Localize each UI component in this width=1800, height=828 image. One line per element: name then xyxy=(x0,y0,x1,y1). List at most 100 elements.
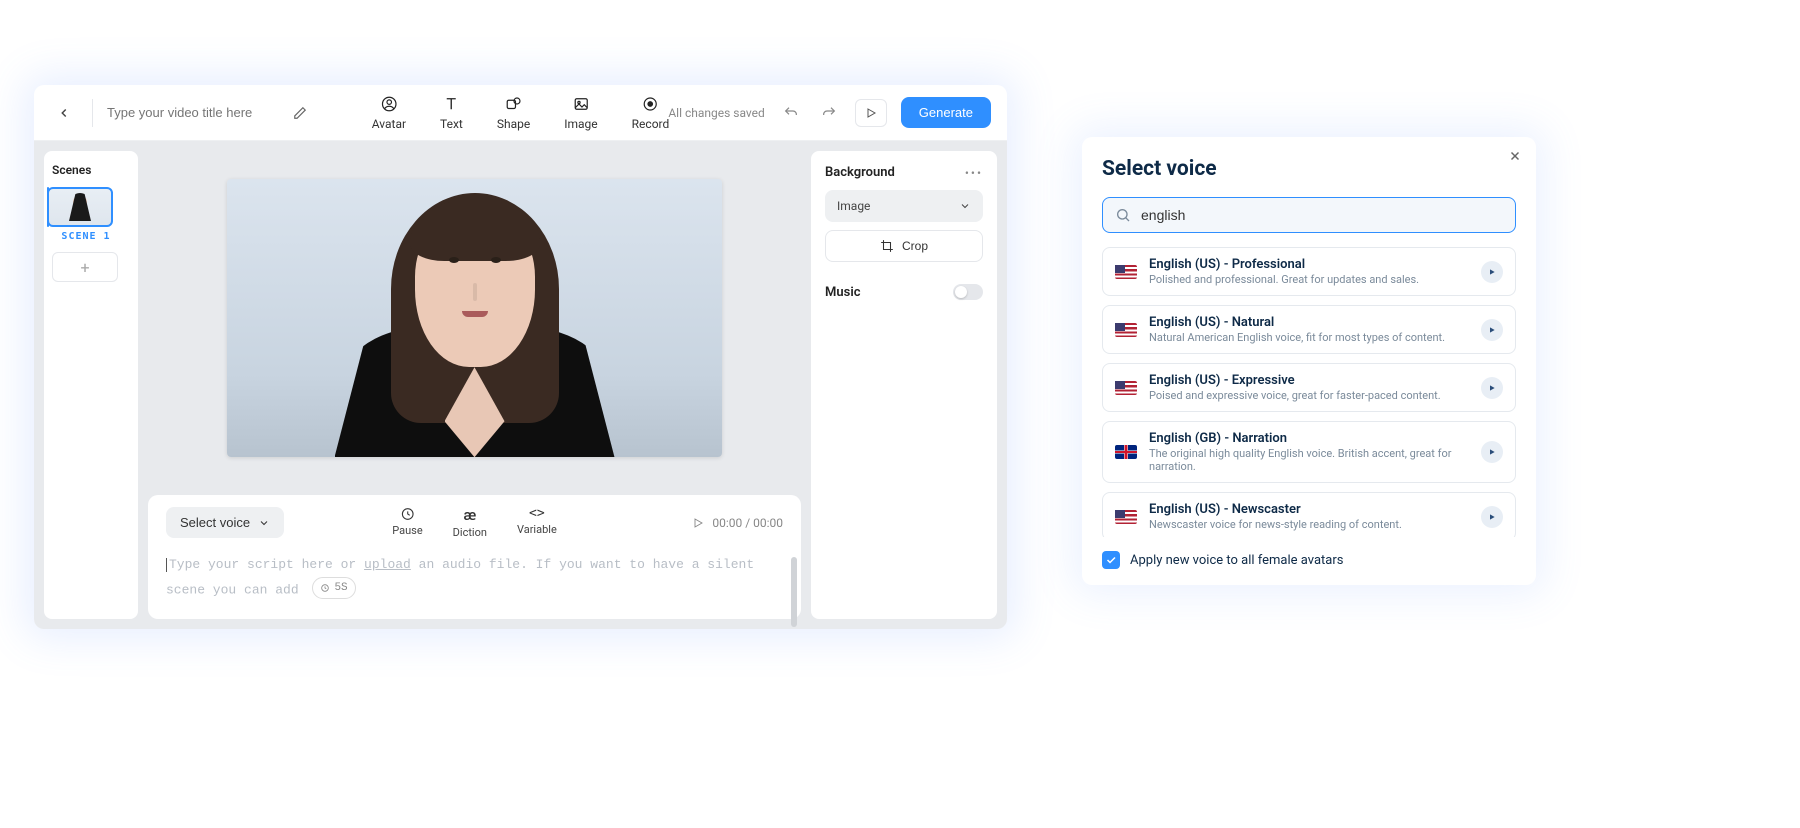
tool-label: Pause xyxy=(392,524,422,537)
clock-icon xyxy=(399,506,415,522)
tool-label: Diction xyxy=(453,526,487,539)
music-toggle[interactable] xyxy=(953,284,983,300)
voice-search[interactable] xyxy=(1102,197,1516,233)
preview-button[interactable] xyxy=(855,99,887,127)
script-textarea[interactable]: Type your script here or upload an audio… xyxy=(166,554,783,601)
variable-tool[interactable]: <> Variable xyxy=(517,506,557,539)
scenes-panel: Scenes SCENE 1 + xyxy=(44,151,138,619)
topbar: Avatar Text Shape Image Record All chang… xyxy=(34,85,1007,141)
voice-name: English (US) - Professional xyxy=(1149,257,1469,272)
background-heading: Background xyxy=(825,165,895,180)
crop-icon xyxy=(880,239,894,253)
add-scene-button[interactable]: + xyxy=(52,252,118,282)
scene-item[interactable]: SCENE 1 xyxy=(47,187,125,242)
scene-thumbnail[interactable] xyxy=(47,187,113,227)
crop-button[interactable]: Crop xyxy=(825,230,983,262)
scene-label: SCENE 1 xyxy=(47,231,125,242)
undo-button[interactable] xyxy=(779,101,803,125)
flag-us-icon xyxy=(1115,381,1137,395)
play-icon xyxy=(865,107,877,119)
modal-title: Select voice xyxy=(1102,157,1516,181)
voice-name: English (US) - Newscaster xyxy=(1149,502,1469,517)
crop-label: Crop xyxy=(902,239,928,253)
time-display: 00:00 / 00:00 xyxy=(692,516,783,530)
voice-option[interactable]: English (US) - Expressive Poised and exp… xyxy=(1102,363,1516,412)
play-icon[interactable] xyxy=(692,517,704,529)
select-voice-modal: Select voice English (US) - Professional… xyxy=(1082,137,1536,585)
chevron-down-icon xyxy=(258,517,270,529)
generate-button[interactable]: Generate xyxy=(901,97,991,128)
diction-icon: æ xyxy=(463,506,476,524)
play-voice-button[interactable] xyxy=(1481,261,1503,283)
more-options-icon[interactable]: ••• xyxy=(965,166,983,180)
scrollbar[interactable] xyxy=(791,557,797,627)
pause-tool[interactable]: Pause xyxy=(392,506,422,539)
record-tool[interactable]: Record xyxy=(632,95,670,131)
check-icon xyxy=(1105,554,1117,566)
avatar-icon xyxy=(380,95,398,113)
flag-gb-icon xyxy=(1115,445,1137,459)
video-title-input[interactable] xyxy=(107,105,287,120)
image-icon xyxy=(572,95,590,113)
video-preview[interactable] xyxy=(227,179,722,457)
video-editor: Avatar Text Shape Image Record All chang… xyxy=(34,85,1007,629)
tool-label: Image xyxy=(564,117,597,131)
divider xyxy=(92,99,93,127)
canvas-area: Select voice Pause æ Diction xyxy=(138,141,811,629)
play-voice-button[interactable] xyxy=(1481,506,1503,528)
flag-us-icon xyxy=(1115,323,1137,337)
edit-title-icon[interactable] xyxy=(293,106,307,120)
redo-button[interactable] xyxy=(817,101,841,125)
variable-icon: <> xyxy=(529,506,545,521)
script-toolbar: Select voice Pause æ Diction xyxy=(166,507,783,538)
apply-all-label: Apply new voice to all female avatars xyxy=(1130,553,1343,568)
close-icon xyxy=(1508,149,1522,163)
text-tool[interactable]: Text xyxy=(440,95,463,131)
canvas[interactable] xyxy=(148,151,801,485)
music-heading: Music xyxy=(825,285,860,300)
avatar-tool[interactable]: Avatar xyxy=(372,95,406,131)
play-voice-button[interactable] xyxy=(1481,319,1503,341)
save-status: All changes saved xyxy=(668,106,764,120)
search-icon xyxy=(1115,207,1131,223)
voice-name: English (US) - Natural xyxy=(1149,315,1469,330)
tool-label: Variable xyxy=(517,523,557,536)
tool-label: Shape xyxy=(497,117,530,131)
record-icon xyxy=(641,95,659,113)
voice-search-input[interactable] xyxy=(1141,207,1503,223)
diction-tool[interactable]: æ Diction xyxy=(453,506,487,539)
apply-all-checkbox[interactable] xyxy=(1102,551,1120,569)
insert-tools: Avatar Text Shape Image Record xyxy=(372,95,670,131)
play-icon xyxy=(1488,326,1496,334)
scenes-heading: Scenes xyxy=(52,163,130,177)
flag-us-icon xyxy=(1115,510,1137,524)
modal-footer: Apply new voice to all female avatars xyxy=(1102,551,1516,569)
tool-label: Text xyxy=(440,117,463,131)
play-icon xyxy=(1488,384,1496,392)
close-button[interactable] xyxy=(1508,149,1522,163)
play-icon xyxy=(1488,513,1496,521)
shape-tool[interactable]: Shape xyxy=(497,95,530,131)
background-type-select[interactable]: Image xyxy=(825,190,983,222)
image-tool[interactable]: Image xyxy=(564,95,597,131)
tool-label: Record xyxy=(632,117,670,131)
play-voice-button[interactable] xyxy=(1481,441,1503,463)
topbar-right: All changes saved Generate xyxy=(668,97,991,128)
voice-option[interactable]: English (US) - Newscaster Newscaster voi… xyxy=(1102,492,1516,537)
text-icon xyxy=(442,95,460,113)
voice-option[interactable]: English (US) - Professional Polished and… xyxy=(1102,247,1516,296)
editor-body: Scenes SCENE 1 + xyxy=(34,141,1007,629)
script-panel: Select voice Pause æ Diction xyxy=(148,495,801,619)
properties-panel: Background ••• Image Crop Music xyxy=(811,151,997,619)
voice-desc: Polished and professional. Great for upd… xyxy=(1149,273,1469,286)
voice-option[interactable]: English (GB) - Narration The original hi… xyxy=(1102,421,1516,483)
voice-option[interactable]: English (US) - Natural Natural American … xyxy=(1102,305,1516,354)
play-icon xyxy=(1488,268,1496,276)
play-voice-button[interactable] xyxy=(1481,377,1503,399)
voice-desc: Newscaster voice for news-style reading … xyxy=(1149,518,1469,531)
voice-name: English (GB) - Narration xyxy=(1149,431,1469,446)
select-voice-button[interactable]: Select voice xyxy=(166,507,284,538)
back-button[interactable] xyxy=(50,99,78,127)
voice-desc: Poised and expressive voice, great for f… xyxy=(1149,389,1469,402)
pause-pill[interactable]: 5S xyxy=(312,577,355,600)
